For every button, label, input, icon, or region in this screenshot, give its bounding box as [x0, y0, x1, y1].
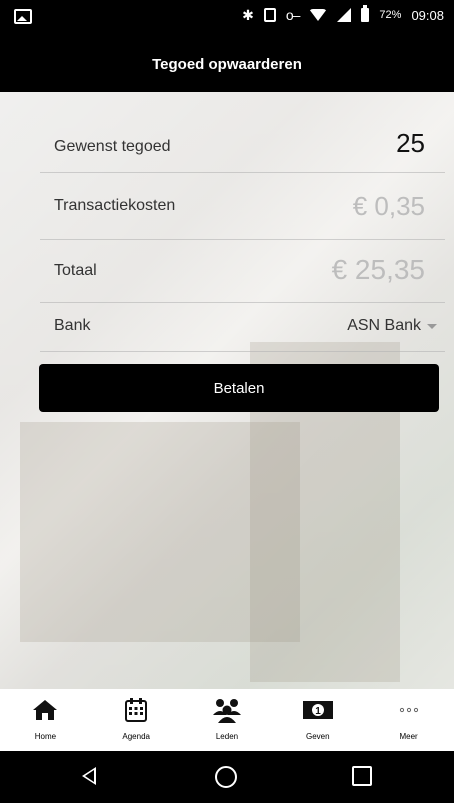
status-icons: ✱ o‒ 72% 09:08 [242, 5, 444, 25]
chevron-down-icon [427, 323, 437, 329]
tab-geven[interactable]: 1 Geven [272, 689, 363, 751]
signal-icon [337, 8, 352, 22]
bank-select-row[interactable]: Bank ASN Bank [40, 303, 445, 352]
title-bar: Tegoed opwaarderen [0, 48, 454, 92]
tab-leden-label: Leden [215, 732, 239, 741]
vibrate-icon [263, 8, 276, 22]
image-notification-icon [14, 9, 32, 24]
total-row: Totaal € 25,35 [40, 240, 445, 303]
back-icon[interactable] [82, 767, 96, 785]
key-icon: o‒ [285, 7, 301, 23]
status-bar: ✱ o‒ 72% 09:08 [0, 0, 454, 48]
bank-label: Bank [54, 317, 91, 334]
total-label: Totaal [54, 262, 97, 279]
tab-agenda-label: Agenda [122, 732, 150, 741]
tab-geven-label: Geven [306, 732, 330, 741]
more-icon [396, 697, 422, 723]
battery-percent: 72% [379, 9, 402, 21]
recent-apps-icon[interactable] [352, 766, 372, 786]
bank-selected-value: ASN Bank [347, 317, 421, 334]
bluetooth-icon: ✱ [242, 6, 254, 23]
pay-button[interactable]: Betalen [39, 364, 439, 412]
desired-credit-row[interactable]: Gewenst tegoed 25 [40, 126, 445, 173]
bank-select[interactable]: ASN Bank [347, 317, 437, 335]
total-value: € 25,35 [331, 254, 425, 285]
bottom-tab-bar: Home Agenda Leden 1 Geven Meer [0, 689, 454, 751]
tab-meer-label: Meer [399, 732, 418, 741]
wifi-icon [309, 9, 328, 21]
transaction-fee-row: Transactiekosten € 0,35 [40, 173, 445, 240]
app-screen: ✱ o‒ 72% 09:08 Tegoed opwaarderen Gewens… [0, 0, 454, 803]
tab-leden[interactable]: Leden [182, 689, 273, 751]
tab-agenda[interactable]: Agenda [91, 689, 182, 751]
tab-home[interactable]: Home [0, 689, 91, 751]
desired-credit-input[interactable]: 25 [396, 128, 425, 159]
tab-meer[interactable]: Meer [363, 689, 454, 751]
desired-credit-label: Gewenst tegoed [54, 138, 171, 155]
svg-text:1: 1 [315, 706, 321, 717]
system-nav-bar [0, 751, 454, 803]
tab-home-label: Home [34, 732, 57, 741]
battery-icon [361, 5, 370, 22]
transaction-fee-value: € 0,35 [352, 191, 425, 221]
calendar-icon [124, 697, 148, 723]
page-title: Tegoed opwaarderen [152, 56, 302, 73]
status-time: 09:08 [411, 7, 444, 23]
home-circle-icon[interactable] [215, 766, 237, 788]
home-icon [32, 697, 58, 723]
give-icon: 1 [302, 697, 334, 723]
transaction-fee-label: Transactiekosten [54, 197, 176, 214]
members-icon [210, 697, 244, 723]
